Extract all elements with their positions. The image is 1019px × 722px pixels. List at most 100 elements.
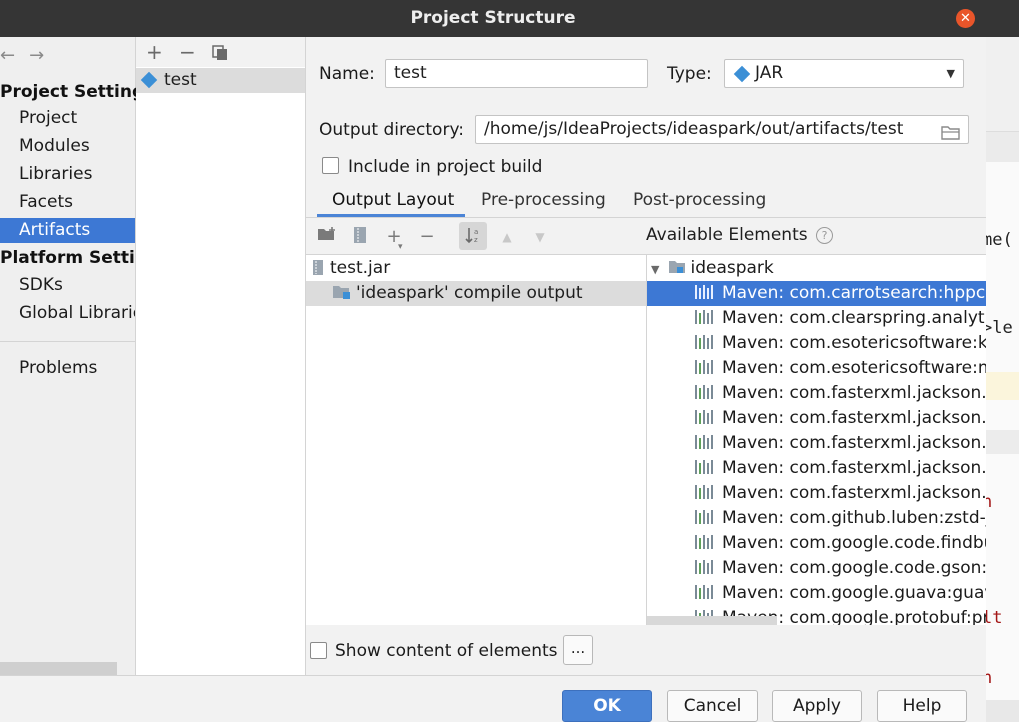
back-arrow-icon[interactable]: ← — [0, 45, 15, 66]
artifact-jar-icon — [140, 71, 158, 89]
apply-button[interactable]: Apply — [772, 690, 862, 722]
help-icon[interactable]: ? — [816, 227, 833, 244]
library-item[interactable]: Maven: com.google.guava:guava: — [647, 581, 986, 606]
library-item[interactable]: Maven: com.fasterxml.jackson.co — [647, 431, 986, 456]
name-field[interactable]: test — [385, 59, 648, 88]
library-item[interactable]: Maven: com.fasterxml.jackson.mo — [647, 456, 986, 481]
expand-arrow-icon[interactable]: ▼ — [651, 263, 659, 276]
library-item[interactable]: Maven: com.carrotsearch:hppc:0.7 — [647, 281, 986, 306]
add-copy-of-icon[interactable]: + ▾ — [383, 226, 405, 252]
svg-text:z: z — [474, 236, 478, 244]
library-item[interactable]: Maven: com.google.code.gson:gs — [647, 556, 986, 581]
library-label: Maven: com.carrotsearch:hppc:0.7 — [722, 283, 986, 303]
nav-item-sdks[interactable]: SDKs — [0, 273, 135, 298]
move-up-icon[interactable]: ▲ — [496, 226, 518, 248]
output-directory-field[interactable]: /home/js/IdeaProjects/ideaspark/out/arti… — [475, 115, 969, 144]
forward-arrow-icon[interactable]: → — [29, 45, 44, 66]
available-elements-title: Available Elements — [646, 225, 808, 245]
module-output-icon — [333, 286, 350, 299]
tree-row-jar-label: test.jar — [330, 258, 391, 278]
tree-row-jar[interactable]: test.jar — [312, 256, 390, 281]
move-down-icon[interactable]: ▼ — [529, 226, 551, 248]
remove-icon[interactable]: − — [179, 37, 212, 67]
cancel-button[interactable]: Cancel — [667, 690, 758, 722]
remove-element-icon[interactable]: − — [416, 226, 438, 248]
show-content-options-button[interactable]: ... — [563, 635, 593, 665]
library-icon — [695, 385, 715, 399]
library-item[interactable]: Maven: com.fasterxml.jackson.co — [647, 381, 986, 406]
library-icon — [695, 585, 715, 599]
library-item[interactable]: Maven: com.github.luben:zstd-jni — [647, 506, 986, 531]
add-archive-icon[interactable] — [349, 226, 371, 248]
nav-item-artifacts[interactable]: Artifacts — [0, 218, 135, 243]
library-label: Maven: com.fasterxml.jackson.mo — [722, 458, 986, 478]
ok-button[interactable]: OK — [562, 690, 652, 722]
artifacts-toolbar: + − — [136, 37, 305, 67]
library-label: Maven: com.fasterxml.jackson.mo — [722, 483, 986, 503]
library-icon — [695, 510, 715, 524]
nav-item-problems[interactable]: Problems — [0, 356, 135, 381]
title-bar[interactable]: Project Structure ✕ — [0, 0, 986, 37]
background-editor: me( >le n lt n — [986, 0, 1019, 722]
tab-output-layout[interactable]: Output Layout — [332, 190, 454, 217]
tree-module-ideaspark[interactable]: ▼ ideaspark — [647, 256, 986, 281]
library-item[interactable]: Maven: com.clearspring.analytics: — [647, 306, 986, 331]
bg-code-4: lt — [986, 608, 1003, 628]
nav-item-libraries[interactable]: Libraries — [0, 162, 135, 187]
library-icon — [695, 285, 715, 299]
library-item[interactable]: Maven: com.fasterxml.jackson.co — [647, 406, 986, 431]
library-icon — [695, 360, 715, 374]
nav-horizontal-scrollbar[interactable] — [0, 662, 117, 675]
type-value: JAR — [755, 63, 784, 83]
left-nav: ← → Project Settings Project Modules Libr… — [0, 37, 169, 675]
nav-item-facets[interactable]: Facets — [0, 190, 135, 215]
output-directory-value: /home/js/IdeaProjects/ideaspark/out/arti… — [484, 119, 904, 139]
nav-divider — [0, 341, 135, 342]
tab-pre-processing[interactable]: Pre-processing — [481, 190, 606, 217]
library-item[interactable]: Maven: com.google.code.findbug — [647, 531, 986, 556]
library-label: Maven: com.fasterxml.jackson.co — [722, 383, 986, 403]
library-item[interactable]: Maven: com.esotericsoftware:mi — [647, 356, 986, 381]
bg-code-5: n — [986, 668, 993, 688]
bg-code-2: >le — [986, 318, 1013, 338]
folder-icon[interactable] — [941, 122, 960, 143]
tab-post-processing[interactable]: Post-processing — [633, 190, 766, 217]
archive-icon — [313, 260, 323, 275]
available-elements-tree: ▼ ideaspark Maven: com.carrotsearch:hppc:… — [646, 254, 986, 625]
library-item[interactable]: Maven: com.esotericsoftware:kry — [647, 331, 986, 356]
library-icon — [695, 535, 715, 549]
library-item[interactable]: Maven: com.fasterxml.jackson.mo — [647, 481, 986, 506]
add-icon[interactable]: + — [146, 37, 179, 67]
available-elements-header: Available Elements ? — [646, 218, 833, 253]
help-button[interactable]: Help — [877, 690, 967, 722]
nav-item-modules[interactable]: Modules — [0, 134, 135, 159]
library-icon — [695, 310, 715, 324]
name-label: Name: — [319, 64, 375, 84]
include-in-build-checkbox[interactable] — [322, 157, 339, 174]
library-label: Maven: com.google.guava:guava: — [722, 583, 986, 603]
library-icon — [695, 460, 715, 474]
show-content-checkbox[interactable] — [310, 642, 327, 659]
sort-elements-icon[interactable]: az — [459, 222, 487, 250]
nav-item-global-libraries[interactable]: Global Libraries — [0, 301, 135, 326]
create-directory-icon[interactable] — [316, 226, 338, 248]
artifact-details-panel: Name: test Type: JAR ▼ Output directory:… — [306, 37, 986, 675]
nav-item-project[interactable]: Project — [0, 106, 135, 131]
available-horizontal-scrollbar[interactable] — [647, 616, 777, 625]
artifact-item-test[interactable]: test — [136, 68, 305, 93]
include-in-build-label: Include in project build — [348, 157, 543, 177]
module-label: ideaspark — [690, 258, 774, 278]
library-label: Maven: com.esotericsoftware:mi — [722, 358, 986, 378]
library-icon — [695, 335, 715, 349]
tree-row-compile-output[interactable]: 'ideaspark' compile output — [306, 281, 646, 306]
close-icon[interactable]: ✕ — [956, 9, 975, 28]
type-label: Type: — [667, 64, 712, 84]
show-content-label: Show content of elements — [335, 641, 558, 661]
library-label: Maven: com.fasterxml.jackson.co — [722, 433, 986, 453]
library-label: Maven: com.google.code.findbug — [722, 533, 986, 553]
copy-icon[interactable] — [212, 37, 245, 67]
window-title: Project Structure — [410, 8, 576, 28]
type-select[interactable]: JAR ▼ — [724, 59, 964, 88]
project-settings-header: Project Settings — [0, 82, 155, 102]
library-icon — [695, 485, 715, 499]
